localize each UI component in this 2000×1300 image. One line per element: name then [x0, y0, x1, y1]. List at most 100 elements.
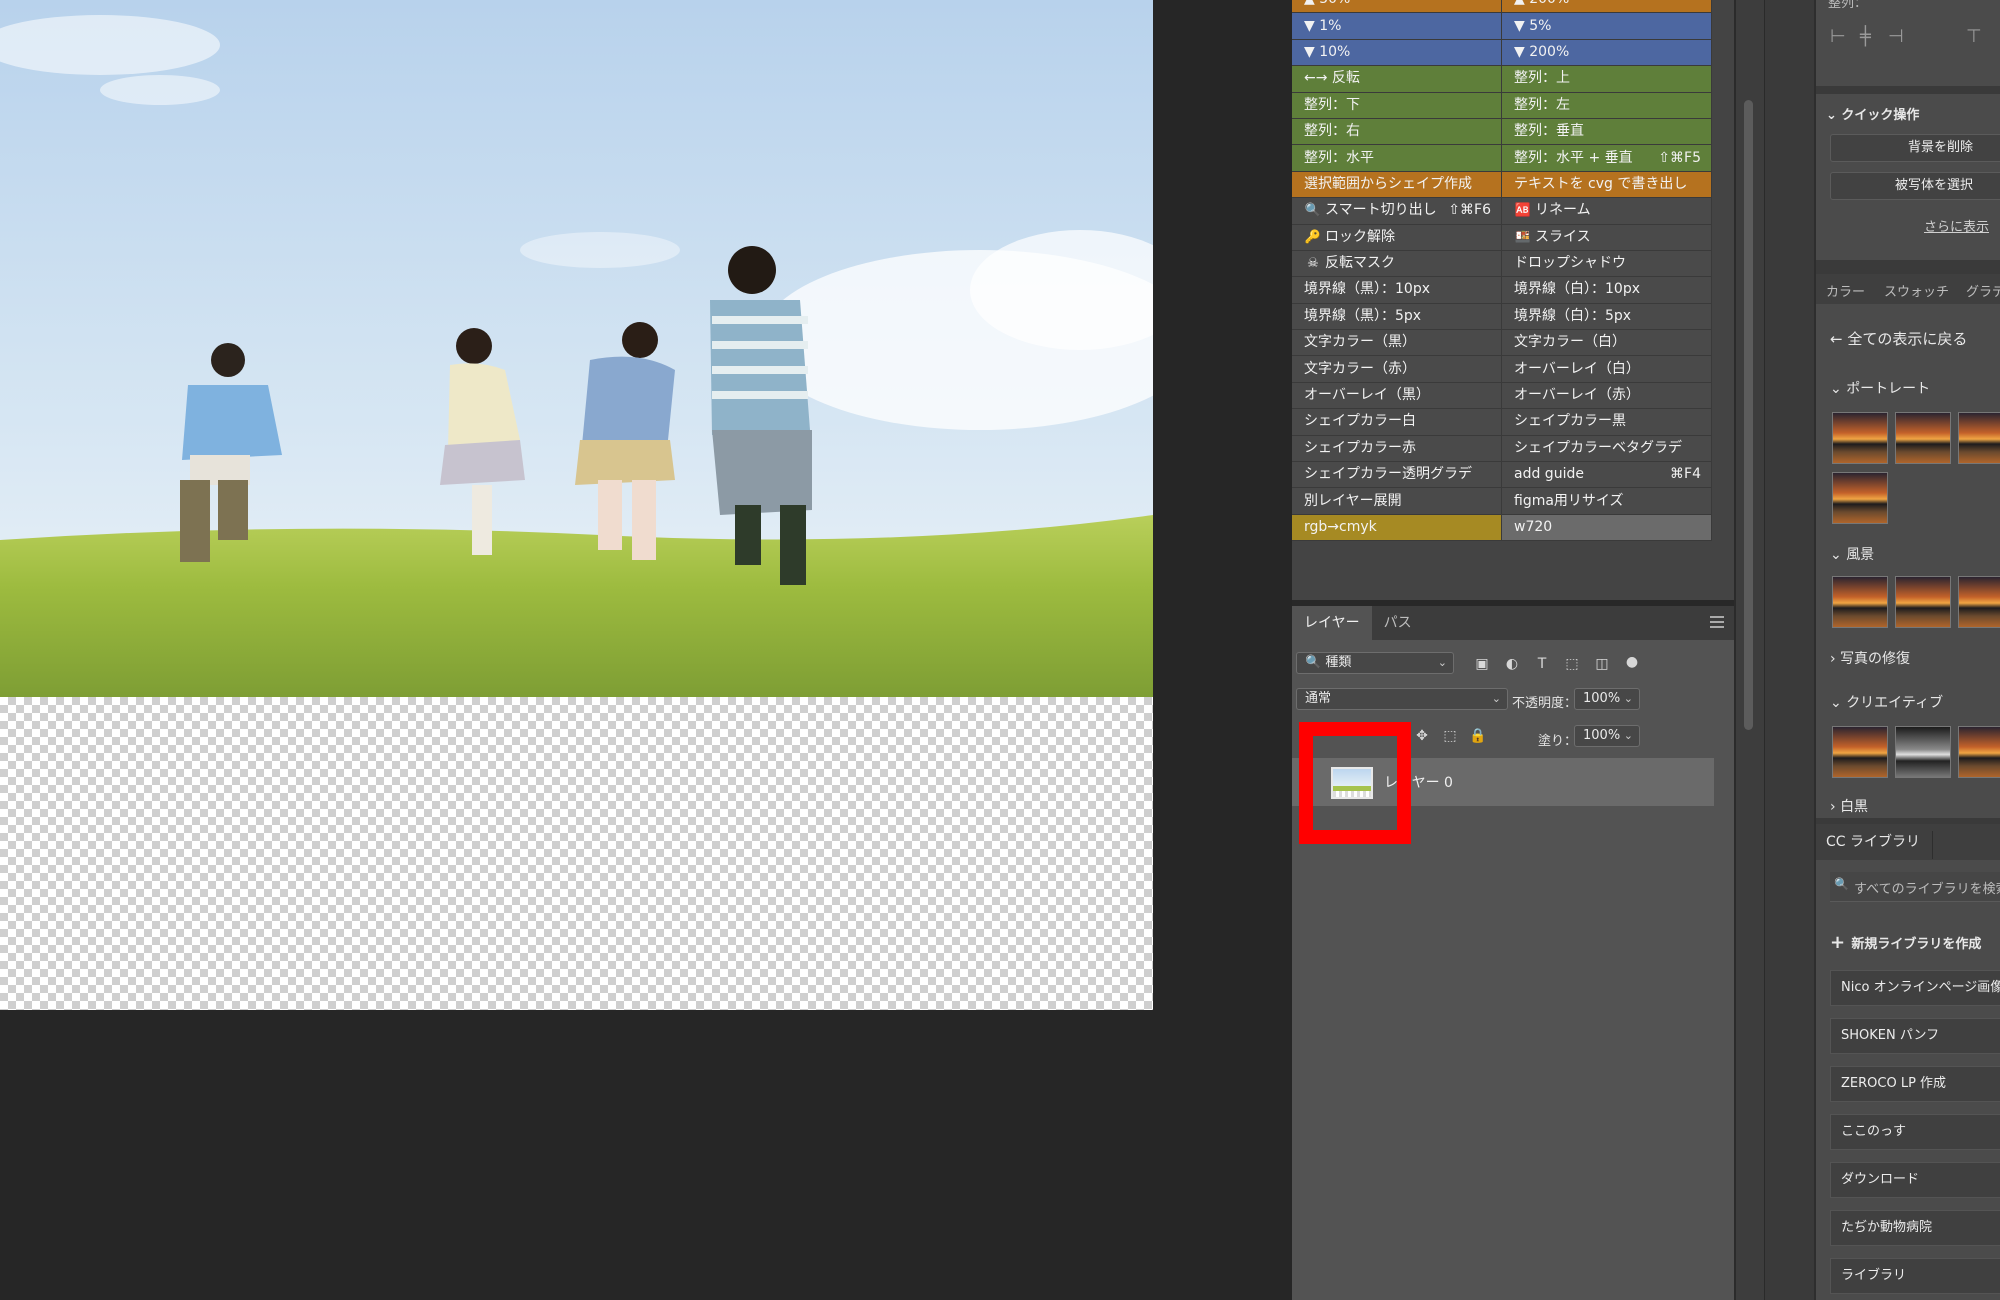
section-portrait[interactable]: ⌄ ポートレート: [1830, 378, 1930, 398]
text-filter-icon[interactable]: T: [1532, 654, 1552, 674]
action-button[interactable]: オーバーレイ（黒）: [1292, 382, 1502, 409]
library-item[interactable]: Nico オンラインページ画像: [1830, 970, 2000, 1006]
new-library-button[interactable]: + 新規ライブラリを作成: [1830, 932, 1981, 953]
image-filter-icon[interactable]: ▣: [1472, 654, 1492, 674]
action-button[interactable]: ▼ 1%: [1292, 13, 1502, 39]
action-button[interactable]: 🔍 スマート切り出し ⇧⌘F6: [1292, 198, 1502, 224]
action-button[interactable]: ▲ 200%: [1502, 0, 1712, 13]
tab-swatches[interactable]: スウォッチ: [1884, 281, 1949, 300]
tab-cc-libraries[interactable]: CC ライブラリ: [1826, 831, 1934, 859]
preset-thumbnail[interactable]: [1832, 472, 1888, 524]
action-button[interactable]: ▼ 5%: [1502, 13, 1712, 39]
action-button[interactable]: ドロップシャドウ: [1502, 250, 1712, 277]
panel-scrollbar[interactable]: [1734, 0, 1764, 1300]
action-button[interactable]: 🆎 リネーム: [1502, 198, 1712, 224]
action-button[interactable]: ▲ 50%: [1292, 0, 1502, 13]
adjustment-filter-icon[interactable]: ◐: [1502, 654, 1522, 674]
lock-all-icon[interactable]: 🔒: [1468, 726, 1488, 746]
action-button[interactable]: 整列：水平 + 垂直 ⇧⌘F5: [1502, 145, 1712, 171]
action-button[interactable]: 整列：水平: [1292, 145, 1502, 171]
action-button[interactable]: 境界線（白）：10px: [1502, 277, 1712, 303]
back-to-all-link[interactable]: ← 全ての表示に戻る: [1830, 328, 1967, 349]
action-button[interactable]: 文字カラー（黒）: [1292, 330, 1502, 356]
library-item[interactable]: SHOKEN パンフ: [1830, 1018, 2000, 1054]
action-button[interactable]: 整列：垂直: [1502, 118, 1712, 145]
quick-actions-header[interactable]: ⌄ クイック操作: [1826, 104, 1919, 123]
action-button[interactable]: シェイプカラーベタグラデ: [1502, 435, 1712, 462]
preset-thumbnail[interactable]: [1895, 576, 1951, 628]
action-button[interactable]: シェイプカラー透明グラデ: [1292, 462, 1502, 488]
action-button[interactable]: ☠ 反転マスク: [1292, 250, 1502, 277]
preset-thumbnail[interactable]: [1832, 726, 1888, 778]
action-button[interactable]: オーバーレイ（白）: [1502, 356, 1712, 382]
action-button[interactable]: 境界線（黒）：10px: [1292, 277, 1502, 303]
library-item[interactable]: ZEROCO LP 作成: [1830, 1066, 2000, 1102]
library-item[interactable]: ここのっす: [1830, 1114, 2000, 1150]
panel-scrollbar-thumb[interactable]: [1744, 100, 1753, 730]
library-item[interactable]: たぢか動物病院: [1830, 1210, 2000, 1246]
lock-artboard-icon[interactable]: ⬚: [1440, 726, 1460, 746]
preset-thumbnail[interactable]: [1832, 412, 1888, 464]
action-button[interactable]: オーバーレイ（赤）: [1502, 382, 1712, 409]
preset-thumbnail[interactable]: [1832, 576, 1888, 628]
action-button[interactable]: シェイプカラー黒: [1502, 409, 1712, 435]
action-button[interactable]: シェイプカラー赤: [1292, 435, 1502, 462]
align-left-icon[interactable]: ⊢: [1830, 26, 1850, 47]
smart-object-filter-icon[interactable]: ◫: [1592, 654, 1612, 674]
preset-thumbnail[interactable]: [1895, 412, 1951, 464]
align-right-icon[interactable]: ⊣: [1888, 26, 1908, 47]
action-button[interactable]: figma用リサイズ: [1502, 488, 1712, 514]
filter-toggle-icon[interactable]: ●: [1622, 652, 1642, 672]
section-creative[interactable]: ⌄ クリエイティブ: [1830, 692, 1943, 712]
action-button[interactable]: 整列：右: [1292, 118, 1502, 145]
layer-filter-select[interactable]: 🔍 種類 ⌄: [1296, 652, 1454, 674]
action-button[interactable]: ▼ 200%: [1502, 39, 1712, 66]
action-button[interactable]: add guide ⌘F4: [1502, 462, 1712, 488]
library-item[interactable]: ダウンロード: [1830, 1162, 2000, 1198]
action-button[interactable]: w720: [1502, 514, 1712, 541]
action-button[interactable]: ▼ 10%: [1292, 39, 1502, 66]
fill-input[interactable]: 100% ⌄: [1574, 725, 1640, 747]
action-button[interactable]: ←→ 反転: [1292, 66, 1502, 92]
preset-thumbnail[interactable]: [1958, 576, 2000, 628]
tab-gradients[interactable]: グラデ: [1966, 281, 2000, 300]
show-more-link[interactable]: さらに表示: [1924, 216, 1989, 235]
preset-thumbnail[interactable]: [1895, 726, 1951, 778]
opacity-input[interactable]: 100% ⌄: [1574, 688, 1640, 710]
library-search-input[interactable]: すべてのライブラリを検索: [1854, 878, 2000, 897]
panel-menu-icon[interactable]: [1710, 616, 1724, 628]
remove-background-button[interactable]: 背景を削除: [1830, 134, 2000, 162]
action-button[interactable]: テキストを cvg で書き出し: [1502, 171, 1712, 198]
align-top-icon[interactable]: ⊤: [1966, 26, 1986, 47]
tab-paths[interactable]: パス: [1372, 606, 1424, 640]
library-search[interactable]: 🔍 すべてのライブラリを検索: [1830, 872, 2000, 902]
section-photo-restore[interactable]: › 写真の修復: [1830, 648, 1910, 668]
document-canvas[interactable]: [0, 0, 1153, 1010]
canvas-area[interactable]: [0, 0, 1292, 1300]
action-button[interactable]: 整列：下: [1292, 92, 1502, 118]
shape-filter-icon[interactable]: ⬚: [1562, 654, 1582, 674]
section-bw[interactable]: › 白黒: [1830, 796, 1868, 816]
action-button[interactable]: 別レイヤー展開: [1292, 488, 1502, 514]
library-item[interactable]: ライブラリ: [1830, 1258, 2000, 1294]
action-button[interactable]: 🍱 スライス: [1502, 224, 1712, 250]
action-button[interactable]: 境界線（黒）：5px: [1292, 303, 1502, 330]
select-subject-button[interactable]: 被写体を選択: [1830, 172, 2000, 200]
lock-position-icon[interactable]: ✥: [1412, 726, 1432, 746]
action-button[interactable]: 整列：上: [1502, 66, 1712, 92]
tab-color[interactable]: カラー: [1826, 281, 1865, 300]
preset-thumbnail[interactable]: [1958, 726, 2000, 778]
preset-thumbnail[interactable]: [1958, 412, 2000, 464]
action-button[interactable]: シェイプカラー白: [1292, 409, 1502, 435]
action-button[interactable]: 整列：左: [1502, 92, 1712, 118]
action-button[interactable]: 🔑 ロック解除: [1292, 224, 1502, 250]
action-button[interactable]: 境界線（白）：5px: [1502, 303, 1712, 330]
blend-mode-select[interactable]: 通常 ⌄: [1296, 688, 1508, 710]
action-button[interactable]: 文字カラー（赤）: [1292, 356, 1502, 382]
align-center-icon[interactable]: ╪: [1860, 26, 1880, 47]
action-button[interactable]: 選択範囲からシェイプ作成: [1292, 171, 1502, 198]
action-button[interactable]: rgb→cmyk: [1292, 514, 1502, 541]
tab-layers[interactable]: レイヤー: [1292, 606, 1372, 640]
section-landscape[interactable]: ⌄ 風景: [1830, 544, 1874, 564]
action-button[interactable]: 文字カラー（白）: [1502, 330, 1712, 356]
